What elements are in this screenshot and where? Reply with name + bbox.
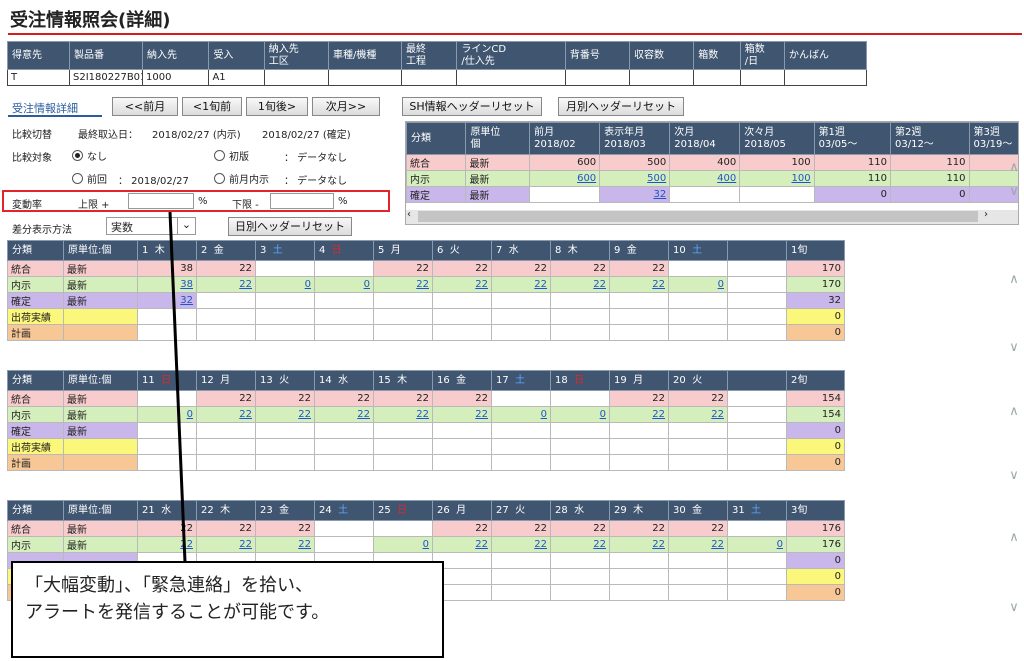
page-root: 受注情報照会(詳細) 得意先 製品番 納入先 受入 納入先 工区 車種/機種 最終 工程 ラインC…: [0, 0, 1024, 661]
callout-line-2: アラートを発信することが可能です。: [25, 602, 330, 623]
callout-line-1: 「大幅変動」、「緊急連絡」を拾い、: [25, 575, 313, 596]
callout-box: 「大幅変動」、「緊急連絡」を拾い、 アラートを発信することが可能です。: [11, 561, 444, 658]
